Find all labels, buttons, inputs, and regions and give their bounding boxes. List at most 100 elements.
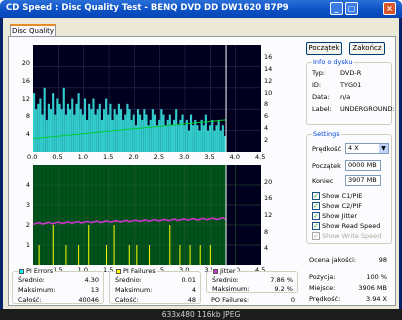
start-pos-label: Początek [312,162,341,170]
show-c1-pie-checkbox[interactable]: ✓ [312,192,320,200]
pi-error-bar [122,119,125,152]
pi-failures-title: PI Failures [115,267,157,275]
pi-error-bar [192,125,195,152]
pi-error-bar [219,130,222,152]
tab-panel: 20 16 12 8 4 16 14 12 10 8 6 4 2 0.0 0.5 1.0 1.5 2.0 2.5… [8,36,396,306]
pi-errors-max-label: Maksimum: [18,286,56,294]
po-failures-label: PO Failures: [211,296,250,304]
pi-failures-max-label: Maksimum: [115,286,153,294]
pi-error-bar [166,119,169,152]
pi-error-bar [100,119,104,152]
pi-error-bar [206,130,210,152]
pi-error-bar [94,114,97,152]
pi-error-bar [58,103,61,152]
top-right-y-tick: 10 [264,88,273,97]
pi-errors-total-value: 40046 [78,296,99,304]
pi-error-bar [134,125,137,152]
pi-error-bar [198,130,201,152]
chevron-down-icon[interactable]: ▼ [379,144,388,153]
top-x-tick: 2.5 [153,153,164,161]
close-button[interactable]: Zakończ [349,42,385,55]
pi-error-bar [141,119,144,152]
top-x-tick: 0.5 [52,153,63,161]
pi-error-bar [221,125,224,152]
pi-error-bar [217,119,220,152]
pi-errors-avg-value: 4.30 [84,276,99,284]
info-date-value: n/a [340,93,351,101]
pi-error-bar [115,114,118,152]
show-c2-pif-checkbox[interactable]: ✓ [312,202,320,210]
app-window: CD Speed : Disc Quality Test - BENQ DVD … [0,0,402,320]
pi-failures-total-label: Całość: [115,296,139,304]
speed-label: Prędkość [312,145,342,153]
maximize-icon[interactable]: ▢ [345,2,358,15]
pi-error-bar [194,119,197,152]
start-pos-field[interactable]: 0000 MB [345,160,381,171]
title-bar: CD Speed : Disc Quality Test - BENQ DVD … [0,0,402,18]
client-area: Disc Quality 20 16 12 8 4 16 14 12 10 8 6 4 2 0.0 0.… [3,18,399,309]
show-read-speed-checkbox[interactable]: ✓ [312,222,320,230]
top-x-tick: 0.0 [27,153,38,161]
pi-error-bar [92,98,95,152]
show-jitter-checkbox[interactable]: ✓ [312,212,320,220]
jitter-title: Jitter [212,267,237,275]
show-write-speed-checkbox: ✓ [312,232,320,240]
pi-failures-total-value: 48 [187,296,196,304]
bottom-right-y-tick: 12 [264,211,273,219]
jitter-title-text: Jitter [220,267,236,275]
top-left-y-tick: 8 [25,112,30,121]
speed-select[interactable]: 4 X ▼ [345,143,389,154]
pi-error-bar [143,109,146,152]
image-info-text: 633x480 116kb JPEG [161,310,241,319]
show-c2-pif-label: Show C2/PIF [322,202,363,210]
top-right-y-tick: 16 [264,52,273,61]
pi-error-bar [151,109,154,152]
window-title: CD Speed : Disc Quality Test - BENQ DVD … [6,3,289,13]
pi-error-bar [105,98,108,152]
location-value: 3906 MB [358,284,387,292]
pi-error-bar [158,119,161,152]
pi-error-bar [204,114,207,152]
pi-error-bar [41,114,44,152]
bottom-left-y-tick: 4 [25,181,30,189]
pi-error-bar [162,114,165,152]
top-right-y-tick: 6 [264,112,269,121]
pi-errors-swatch [19,269,24,274]
current-speed-label: Prędkość: [309,295,341,303]
start-button[interactable]: Początek [306,42,342,55]
pi-error-bar [149,119,152,152]
position-value: 100 % [366,273,387,281]
pi-failures-avg-label: Średnio: [115,276,142,284]
top-left-y-tick: 12 [21,94,30,103]
show-read-speed-label: Show Read Speed [322,222,381,230]
pi-error-bar [83,98,87,152]
pi-error-bar [139,114,142,152]
pi-error-bar [160,109,163,152]
pi-error-bar [181,114,184,152]
top-x-tick: 1.0 [77,153,88,161]
minimize-icon[interactable]: _ [330,2,343,15]
jitter-swatch [213,269,218,274]
location-label: Miejsce: [309,284,336,292]
tab-disc-quality[interactable]: Disc Quality [10,24,56,36]
pi-error-bar [69,109,72,152]
top-x-tick: 3.5 [204,153,215,161]
pi-failures-title-text: PI Failures [123,267,156,275]
show-write-speed-label: Show Write Speed [322,232,382,240]
pi-error-bar [37,103,40,152]
pi-failures-avg-value: 0.01 [181,276,196,284]
end-pos-field[interactable]: 3907 MB [345,175,381,186]
top-right-y-tick: 14 [264,64,273,73]
jitter-max-label: Maksimum: [212,285,250,293]
pi-error-bar [43,87,46,152]
pi-error-bar [62,87,65,152]
pi-error-bar [96,109,99,152]
bottom-right-y-tick: 20 [264,177,273,186]
pi-errors-title-text: PI Errors [26,267,54,275]
pi-error-bar [79,109,82,152]
pi-failures-swatch [116,269,121,274]
close-icon[interactable]: × [383,2,396,15]
position-label: Pozycja: [309,273,336,281]
top-right-y-tick: 2 [264,136,269,145]
bottom-left-y-tick: 3 [25,201,30,209]
